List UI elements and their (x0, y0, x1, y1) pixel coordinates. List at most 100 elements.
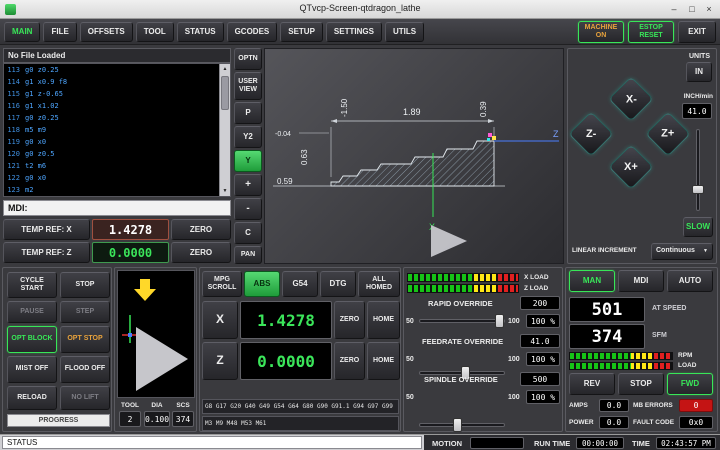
view-clear-button[interactable]: C (234, 222, 262, 244)
view-p-button[interactable]: P (234, 102, 262, 124)
no-lift-button[interactable]: NO LIFT (60, 386, 110, 410)
temp-ref-z-value: 0.0000 (92, 242, 169, 263)
temp-ref-x-zero-button[interactable]: ZERO (171, 219, 231, 240)
jog-rate-slider[interactable] (692, 129, 704, 211)
view-user-view-button[interactable]: USER VIEW (234, 72, 262, 100)
scroll-down-icon[interactable]: ▼ (220, 186, 230, 196)
feedrate-override-label: FEEDRATE OVERRIDE (422, 337, 503, 346)
line-number: 116 (7, 100, 20, 112)
spindle-fwd-button[interactable]: FWD (667, 373, 713, 395)
spindle-rev-button[interactable]: REV (569, 373, 615, 395)
spindle-stop-button[interactable]: STOP (618, 373, 664, 395)
slider-handle[interactable] (453, 418, 462, 432)
slow-button[interactable]: SLOW (683, 217, 713, 237)
stop-button[interactable]: STOP (60, 272, 110, 298)
axis-x-button[interactable]: X (202, 301, 238, 339)
window-title: QTvcp-Screen-qtdragon_lathe (0, 3, 720, 13)
axis-z-button[interactable]: Z (202, 342, 238, 380)
titlebar[interactable]: QTvcp-Screen-qtdragon_lathe – □ × (0, 0, 720, 19)
reload-button[interactable]: RELOAD (7, 386, 57, 410)
g54-button[interactable]: G54 (282, 271, 318, 297)
estop-reset-button[interactable]: ESTOP RESET (628, 21, 674, 43)
zoom-in-button[interactable]: + (234, 174, 262, 196)
tab-status[interactable]: STATUS (177, 22, 224, 42)
motion-value (470, 437, 524, 449)
all-homed-button[interactable]: ALL HOMED (358, 271, 400, 297)
step-button[interactable]: STEP (60, 301, 110, 323)
minimize-icon[interactable]: – (666, 0, 682, 18)
scroll-up-icon[interactable]: ▲ (220, 64, 230, 74)
tab-utils[interactable]: UTILS (385, 22, 424, 42)
slider-track[interactable] (419, 319, 505, 323)
jog-rate-label: INCH/min (684, 93, 713, 100)
flood-button[interactable]: FLOOD OFF (60, 356, 110, 383)
exit-button[interactable]: EXIT (678, 21, 716, 43)
mdi-mode-button[interactable]: MDI (618, 270, 664, 292)
tab-file[interactable]: FILE (43, 22, 76, 42)
cycle-start-button[interactable]: CYCLE START (7, 272, 57, 298)
gcode-line: 118m5 m9 (4, 124, 230, 136)
abs-button[interactable]: ABS (244, 271, 280, 297)
close-icon[interactable]: × (701, 0, 717, 18)
temp-ref-x-button[interactable]: TEMP REF: X (3, 219, 90, 240)
units-button[interactable]: IN (686, 62, 712, 82)
tab-settings[interactable]: SETTINGS (326, 22, 382, 42)
amps-value: 0.0 (599, 399, 629, 412)
zoom-out-button[interactable]: - (234, 198, 262, 220)
tab-tool[interactable]: TOOL (136, 22, 174, 42)
view-optn-button[interactable]: OPTN (234, 48, 262, 70)
x-zero-button[interactable]: ZERO (334, 301, 365, 339)
mist-button[interactable]: MIST OFF (7, 356, 57, 383)
z-home-button[interactable]: HOME (367, 342, 400, 380)
fault-code-label: FAULT CODE (633, 419, 674, 426)
opt-block-button[interactable]: OPT BLOCK (7, 326, 57, 353)
line-text: m2 (25, 184, 33, 196)
auto-mode-button[interactable]: AUTO (667, 270, 713, 292)
line-text: g0 z0.5 (25, 148, 55, 160)
slider-track[interactable] (419, 423, 505, 427)
maximize-icon[interactable]: □ (684, 0, 700, 18)
gcode-line: 119g0 x0 (4, 136, 230, 148)
tab-main[interactable]: MAIN (4, 22, 40, 42)
pause-button[interactable]: PAUSE (7, 301, 57, 323)
slider-handle[interactable] (495, 314, 504, 328)
z-zero-button[interactable]: ZERO (334, 342, 365, 380)
view-y2-button[interactable]: Y2 (234, 126, 262, 148)
gcode-line: 121t2 m6 (4, 160, 230, 172)
jog-z-minus-button[interactable]: Z- (568, 111, 613, 156)
scrollbar[interactable]: ▲ ▼ (219, 64, 230, 196)
temp-ref-z-button[interactable]: TEMP REF: Z (3, 242, 90, 263)
jog-x-plus-button[interactable]: X+ (608, 144, 653, 189)
svg-text:-1.50: -1.50 (340, 98, 349, 117)
gcode-line: 113g0 z0.25 (4, 64, 230, 76)
view-y-button[interactable]: Y (234, 150, 262, 172)
tab-setup[interactable]: SETUP (280, 22, 323, 42)
man-mode-button[interactable]: MAN (569, 270, 615, 292)
line-number: 117 (7, 112, 20, 124)
x-home-button[interactable]: HOME (367, 301, 400, 339)
rapid-override-slider[interactable] (419, 314, 505, 328)
gcode-line: 117g0 z0.25 (4, 112, 230, 124)
power-label: POWER (569, 419, 594, 426)
machine-control-panel: CYCLE START STOP PAUSE STEP OPT BLOCK OP… (2, 267, 112, 432)
scroll-thumb[interactable] (221, 76, 229, 110)
dtg-button[interactable]: DTG (320, 271, 356, 297)
opt-stop-button[interactable]: OPT STOP (60, 326, 110, 353)
increment-combobox[interactable]: Continuous ▼ (651, 243, 713, 260)
gcode-viewer[interactable]: 113g0 z0.25 114g1 x0.9 f8 115g1 z-0.65 1… (3, 63, 231, 197)
mpg-scroll-button[interactable]: MPG SCROLL (202, 271, 242, 297)
view-pan-button[interactable]: PAN (234, 246, 262, 264)
tool-label: TOOL (119, 402, 141, 409)
mdi-entry[interactable]: MDI: (3, 200, 231, 216)
gcode-preview[interactable]: 1.89 -1.50 0.39 -0.04 0.63 0.59 Z X (264, 48, 564, 264)
slider-handle[interactable] (692, 185, 704, 194)
temp-ref-z-zero-button[interactable]: ZERO (171, 242, 231, 263)
chevron-down-icon: ▼ (703, 249, 708, 255)
slider-track[interactable] (696, 129, 700, 211)
machine-on-button[interactable]: MACHINE ON (578, 21, 624, 43)
jog-x-minus-button[interactable]: X- (608, 76, 653, 121)
tab-gcodes[interactable]: GCODES (227, 22, 278, 42)
tab-offsets[interactable]: OFFSETS (80, 22, 133, 42)
spindle-override-slider[interactable] (419, 418, 505, 432)
gcode-line: 114g1 x0.9 f8 (4, 76, 230, 88)
